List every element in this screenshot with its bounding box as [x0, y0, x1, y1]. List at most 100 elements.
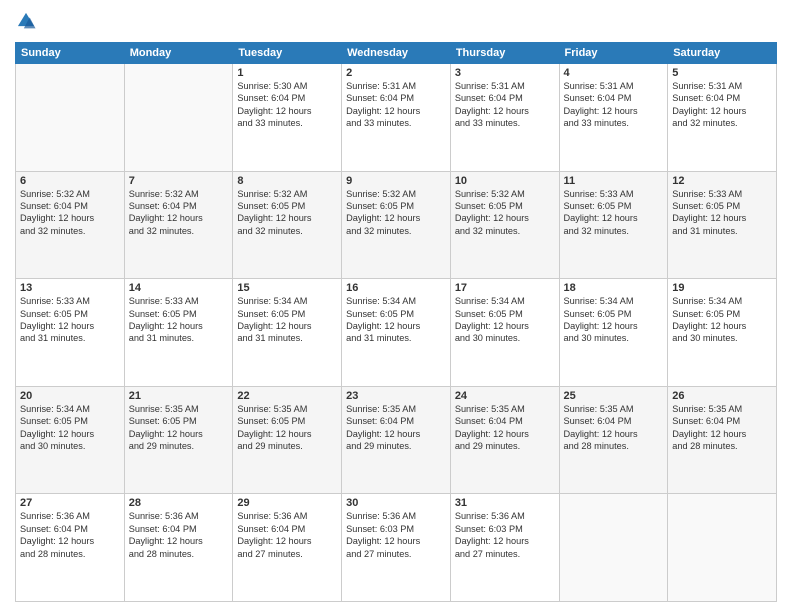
day-number: 27 [20, 497, 120, 509]
day-info: Sunrise: 5:31 AM Sunset: 6:04 PM Dayligh… [564, 80, 664, 130]
day-number: 19 [672, 282, 772, 294]
day-info: Sunrise: 5:34 AM Sunset: 6:05 PM Dayligh… [564, 295, 664, 345]
day-info: Sunrise: 5:31 AM Sunset: 6:04 PM Dayligh… [346, 80, 446, 130]
weekday-header-monday: Monday [124, 43, 233, 64]
calendar-cell: 26Sunrise: 5:35 AM Sunset: 6:04 PM Dayli… [668, 386, 777, 494]
page: SundayMondayTuesdayWednesdayThursdayFrid… [0, 0, 792, 612]
logo-icon [15, 10, 37, 32]
calendar-cell: 31Sunrise: 5:36 AM Sunset: 6:03 PM Dayli… [450, 494, 559, 602]
day-info: Sunrise: 5:35 AM Sunset: 6:04 PM Dayligh… [672, 403, 772, 453]
day-number: 7 [129, 175, 229, 187]
calendar-cell: 27Sunrise: 5:36 AM Sunset: 6:04 PM Dayli… [16, 494, 125, 602]
day-number: 11 [564, 175, 664, 187]
calendar-cell: 8Sunrise: 5:32 AM Sunset: 6:05 PM Daylig… [233, 171, 342, 279]
day-info: Sunrise: 5:34 AM Sunset: 6:05 PM Dayligh… [20, 403, 120, 453]
day-info: Sunrise: 5:35 AM Sunset: 6:04 PM Dayligh… [455, 403, 555, 453]
day-number: 30 [346, 497, 446, 509]
day-info: Sunrise: 5:34 AM Sunset: 6:05 PM Dayligh… [237, 295, 337, 345]
calendar-cell: 18Sunrise: 5:34 AM Sunset: 6:05 PM Dayli… [559, 279, 668, 387]
calendar-cell: 6Sunrise: 5:32 AM Sunset: 6:04 PM Daylig… [16, 171, 125, 279]
day-number: 31 [455, 497, 555, 509]
day-info: Sunrise: 5:35 AM Sunset: 6:05 PM Dayligh… [237, 403, 337, 453]
day-number: 21 [129, 390, 229, 402]
day-number: 5 [672, 67, 772, 79]
day-info: Sunrise: 5:32 AM Sunset: 6:04 PM Dayligh… [20, 188, 120, 238]
logo [15, 10, 39, 32]
calendar-cell [559, 494, 668, 602]
day-number: 22 [237, 390, 337, 402]
calendar-cell [16, 64, 125, 172]
day-number: 24 [455, 390, 555, 402]
calendar-cell: 14Sunrise: 5:33 AM Sunset: 6:05 PM Dayli… [124, 279, 233, 387]
calendar-cell: 2Sunrise: 5:31 AM Sunset: 6:04 PM Daylig… [342, 64, 451, 172]
weekday-header-wednesday: Wednesday [342, 43, 451, 64]
calendar-cell: 23Sunrise: 5:35 AM Sunset: 6:04 PM Dayli… [342, 386, 451, 494]
calendar-cell: 22Sunrise: 5:35 AM Sunset: 6:05 PM Dayli… [233, 386, 342, 494]
day-info: Sunrise: 5:32 AM Sunset: 6:05 PM Dayligh… [455, 188, 555, 238]
calendar-cell: 12Sunrise: 5:33 AM Sunset: 6:05 PM Dayli… [668, 171, 777, 279]
calendar-cell: 10Sunrise: 5:32 AM Sunset: 6:05 PM Dayli… [450, 171, 559, 279]
day-info: Sunrise: 5:36 AM Sunset: 6:03 PM Dayligh… [346, 510, 446, 560]
day-number: 10 [455, 175, 555, 187]
day-info: Sunrise: 5:34 AM Sunset: 6:05 PM Dayligh… [346, 295, 446, 345]
calendar-cell: 30Sunrise: 5:36 AM Sunset: 6:03 PM Dayli… [342, 494, 451, 602]
day-info: Sunrise: 5:33 AM Sunset: 6:05 PM Dayligh… [564, 188, 664, 238]
day-number: 17 [455, 282, 555, 294]
calendar-cell: 29Sunrise: 5:36 AM Sunset: 6:04 PM Dayli… [233, 494, 342, 602]
day-info: Sunrise: 5:35 AM Sunset: 6:04 PM Dayligh… [346, 403, 446, 453]
calendar-cell [124, 64, 233, 172]
day-number: 29 [237, 497, 337, 509]
header-row [15, 10, 777, 32]
weekday-header-sunday: Sunday [16, 43, 125, 64]
day-number: 20 [20, 390, 120, 402]
calendar-cell: 15Sunrise: 5:34 AM Sunset: 6:05 PM Dayli… [233, 279, 342, 387]
day-number: 25 [564, 390, 664, 402]
day-info: Sunrise: 5:31 AM Sunset: 6:04 PM Dayligh… [672, 80, 772, 130]
calendar-week-2: 13Sunrise: 5:33 AM Sunset: 6:05 PM Dayli… [16, 279, 777, 387]
day-info: Sunrise: 5:36 AM Sunset: 6:04 PM Dayligh… [20, 510, 120, 560]
day-number: 2 [346, 67, 446, 79]
day-number: 6 [20, 175, 120, 187]
day-number: 18 [564, 282, 664, 294]
day-number: 28 [129, 497, 229, 509]
day-info: Sunrise: 5:33 AM Sunset: 6:05 PM Dayligh… [20, 295, 120, 345]
day-info: Sunrise: 5:33 AM Sunset: 6:05 PM Dayligh… [672, 188, 772, 238]
calendar-cell: 20Sunrise: 5:34 AM Sunset: 6:05 PM Dayli… [16, 386, 125, 494]
calendar-cell: 1Sunrise: 5:30 AM Sunset: 6:04 PM Daylig… [233, 64, 342, 172]
day-info: Sunrise: 5:36 AM Sunset: 6:04 PM Dayligh… [129, 510, 229, 560]
day-info: Sunrise: 5:32 AM Sunset: 6:04 PM Dayligh… [129, 188, 229, 238]
day-info: Sunrise: 5:32 AM Sunset: 6:05 PM Dayligh… [346, 188, 446, 238]
calendar-cell: 17Sunrise: 5:34 AM Sunset: 6:05 PM Dayli… [450, 279, 559, 387]
day-info: Sunrise: 5:30 AM Sunset: 6:04 PM Dayligh… [237, 80, 337, 130]
day-info: Sunrise: 5:36 AM Sunset: 6:04 PM Dayligh… [237, 510, 337, 560]
calendar-cell: 9Sunrise: 5:32 AM Sunset: 6:05 PM Daylig… [342, 171, 451, 279]
calendar-cell: 24Sunrise: 5:35 AM Sunset: 6:04 PM Dayli… [450, 386, 559, 494]
calendar-cell: 25Sunrise: 5:35 AM Sunset: 6:04 PM Dayli… [559, 386, 668, 494]
weekday-header-thursday: Thursday [450, 43, 559, 64]
calendar-header: SundayMondayTuesdayWednesdayThursdayFrid… [16, 43, 777, 64]
calendar-cell: 16Sunrise: 5:34 AM Sunset: 6:05 PM Dayli… [342, 279, 451, 387]
weekday-header-tuesday: Tuesday [233, 43, 342, 64]
calendar-cell: 13Sunrise: 5:33 AM Sunset: 6:05 PM Dayli… [16, 279, 125, 387]
day-info: Sunrise: 5:34 AM Sunset: 6:05 PM Dayligh… [672, 295, 772, 345]
day-info: Sunrise: 5:34 AM Sunset: 6:05 PM Dayligh… [455, 295, 555, 345]
calendar-week-0: 1Sunrise: 5:30 AM Sunset: 6:04 PM Daylig… [16, 64, 777, 172]
calendar-cell: 4Sunrise: 5:31 AM Sunset: 6:04 PM Daylig… [559, 64, 668, 172]
weekday-header-row: SundayMondayTuesdayWednesdayThursdayFrid… [16, 43, 777, 64]
day-number: 4 [564, 67, 664, 79]
calendar-cell: 19Sunrise: 5:34 AM Sunset: 6:05 PM Dayli… [668, 279, 777, 387]
calendar-week-1: 6Sunrise: 5:32 AM Sunset: 6:04 PM Daylig… [16, 171, 777, 279]
calendar-cell: 11Sunrise: 5:33 AM Sunset: 6:05 PM Dayli… [559, 171, 668, 279]
day-number: 14 [129, 282, 229, 294]
calendar: SundayMondayTuesdayWednesdayThursdayFrid… [15, 42, 777, 602]
day-number: 1 [237, 67, 337, 79]
day-number: 9 [346, 175, 446, 187]
calendar-body: 1Sunrise: 5:30 AM Sunset: 6:04 PM Daylig… [16, 64, 777, 602]
calendar-cell: 21Sunrise: 5:35 AM Sunset: 6:05 PM Dayli… [124, 386, 233, 494]
calendar-cell: 28Sunrise: 5:36 AM Sunset: 6:04 PM Dayli… [124, 494, 233, 602]
calendar-week-3: 20Sunrise: 5:34 AM Sunset: 6:05 PM Dayli… [16, 386, 777, 494]
day-number: 15 [237, 282, 337, 294]
day-number: 13 [20, 282, 120, 294]
weekday-header-saturday: Saturday [668, 43, 777, 64]
calendar-cell: 3Sunrise: 5:31 AM Sunset: 6:04 PM Daylig… [450, 64, 559, 172]
